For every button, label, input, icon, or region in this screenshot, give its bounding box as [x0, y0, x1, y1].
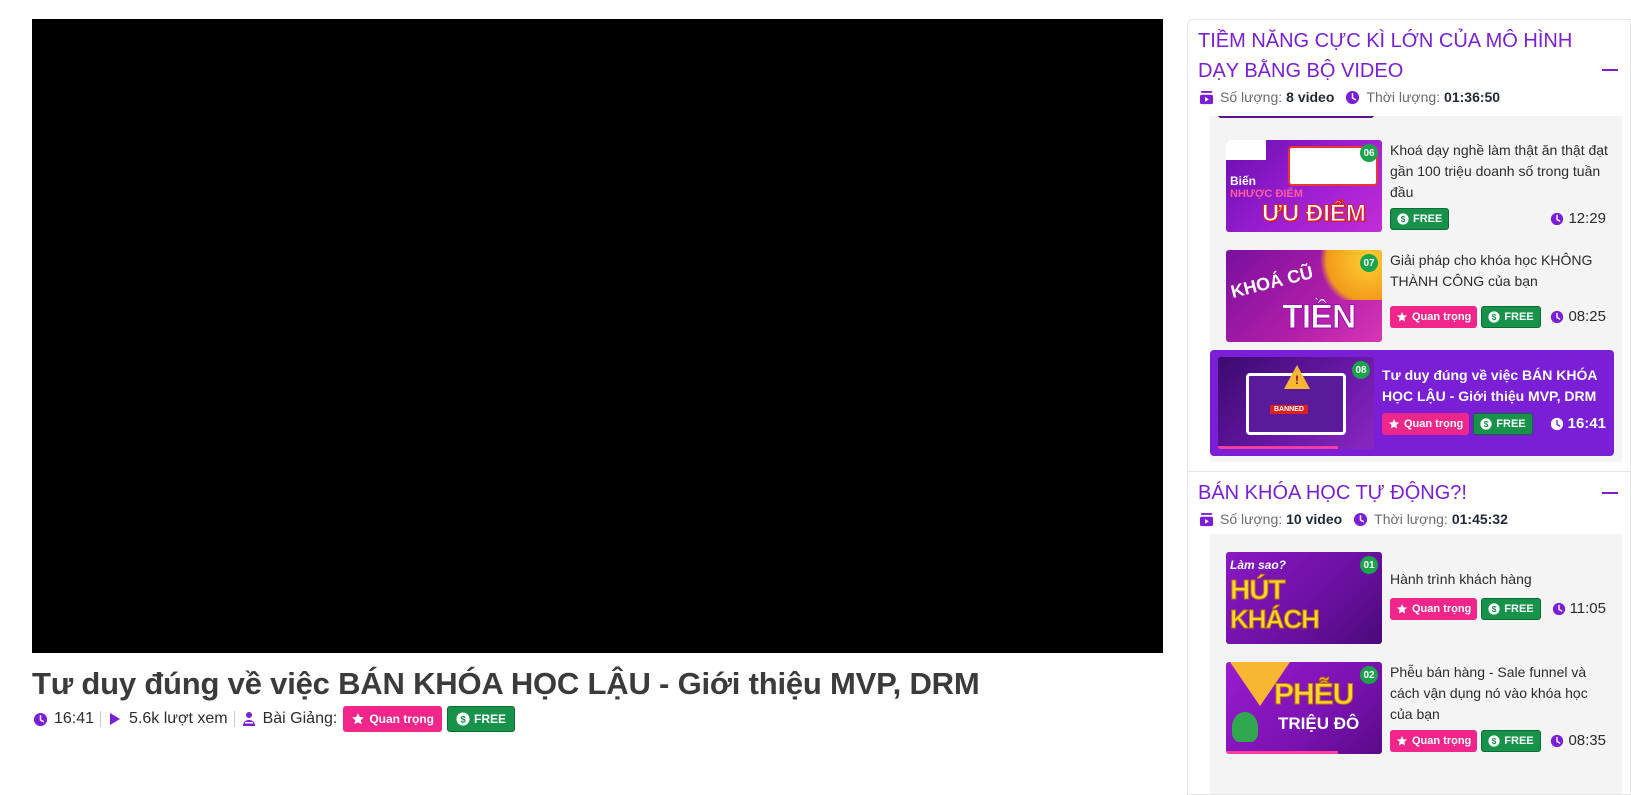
divider: [233, 711, 235, 727]
dollar-icon: $: [456, 712, 470, 726]
section-title: TIỀM NĂNG CỰC KÌ LỚN CỦA MÔ HÌNH DẠY BẰN…: [1198, 30, 1573, 82]
lesson-thumbnail: ! BANNED 08: [1218, 357, 1374, 449]
star-icon: [1388, 418, 1400, 430]
playlist-icon: [1198, 511, 1214, 527]
lesson-item[interactable]: KHOÁ CŨ TIỀN 07 Giải pháp cho khóa học K…: [1218, 250, 1614, 342]
svg-text:$: $: [460, 715, 466, 726]
lesson-duration: 08:25: [1550, 308, 1606, 325]
clock-icon: [1552, 602, 1566, 616]
lesson-title: Phễu bán hàng - Sale funnel và cách vận …: [1390, 664, 1588, 722]
lesson-badges: Quan trọng $ FREE: [1390, 598, 1541, 620]
lesson-list: Biến NHƯỢC ĐIỂM ƯU ĐIỂM 06 Khoá dạy nghề…: [1210, 116, 1622, 462]
video-meta: 16:41 5.6k lượt xem Bài Giảng: Quan trọn…: [32, 706, 520, 732]
divider: [100, 711, 102, 727]
lesson-badges: $ FREE: [1390, 208, 1450, 230]
section-header[interactable]: BÁN KHÓA HỌC TỰ ĐỘNG?! Số lượng: 10 video…: [1188, 478, 1630, 530]
lesson-number-badge: 01: [1360, 556, 1378, 574]
lesson-list: Làm sao? HÚT KHÁCH 01 Hành trình khách h…: [1210, 534, 1622, 794]
free-badge: $ FREE: [1481, 730, 1541, 752]
svg-text:$: $: [1401, 215, 1406, 224]
playlist-icon: [1198, 89, 1214, 105]
lesson-number-badge: 06: [1360, 144, 1378, 162]
dollar-icon: $: [1488, 311, 1500, 323]
clock-icon: [1550, 417, 1564, 431]
dollar-icon: $: [1397, 213, 1409, 225]
lesson-badges: Quan trọng $ FREE: [1382, 413, 1533, 435]
lesson-thumbnail: Làm sao? HÚT KHÁCH 01: [1226, 552, 1382, 644]
video-duration: 16:41: [32, 710, 94, 728]
lesson-thumbnail: KHOÁ CŨ TIỀN 07: [1226, 250, 1382, 342]
lesson-item[interactable]: PHỄU TRIỆU ĐÔ 02 Phễu bán hàng - Sale fu…: [1218, 662, 1614, 754]
star-icon: [1396, 603, 1408, 615]
section-title: BÁN KHÓA HỌC TỰ ĐỘNG?!: [1198, 482, 1467, 504]
dollar-icon: $: [1488, 735, 1500, 747]
lesson-number-badge: 08: [1352, 361, 1370, 379]
clock-icon: [1550, 734, 1564, 748]
free-badge: $ FREE: [447, 706, 516, 732]
video-player[interactable]: [32, 19, 1163, 653]
video-views: 5.6k lượt xem: [107, 710, 228, 728]
svg-text:$: $: [1492, 737, 1497, 746]
lesson-duration: 11:05: [1552, 600, 1606, 617]
clock-icon: [1550, 212, 1564, 226]
lesson-duration: 12:29: [1550, 210, 1606, 227]
clock-icon: [1344, 89, 1360, 105]
lesson-item[interactable]: Biến NHƯỢC ĐIỂM ƯU ĐIỂM 06 Khoá dạy nghề…: [1218, 140, 1614, 232]
important-badge: Quan trọng: [1382, 413, 1470, 435]
important-badge: Quan trọng: [1390, 598, 1478, 620]
lesson-title: Hành trình khách hàng: [1390, 571, 1532, 587]
star-icon: [1396, 735, 1408, 747]
video-lesson: Bài Giảng:: [241, 710, 344, 728]
collapse-icon[interactable]: [1602, 69, 1618, 71]
clock-icon: [1352, 511, 1368, 527]
lesson-duration: 16:41: [1550, 415, 1606, 432]
lesson-title: Khoá dạy nghề làm thật ăn thật đạt gần 1…: [1390, 142, 1608, 200]
svg-text:$: $: [1484, 420, 1489, 429]
lesson-thumbnail: [1218, 116, 1374, 118]
free-badge: $ FREE: [1390, 208, 1450, 230]
lesson-title: Tư duy đúng về việc BÁN KHÓA HỌC LẬU - G…: [1382, 367, 1597, 404]
lesson-item-active[interactable]: ! BANNED 08 Tư duy đúng về việc BÁN KHÓA…: [1210, 350, 1614, 456]
course-sidebar: TIỀM NĂNG CỰC KÌ LỚN CỦA MÔ HÌNH DẠY BẰN…: [1187, 19, 1631, 795]
collapse-icon[interactable]: [1602, 492, 1618, 494]
svg-text:$: $: [1492, 313, 1497, 322]
clock-icon: [1550, 310, 1564, 324]
dollar-icon: $: [1480, 418, 1492, 430]
important-badge: Quan trọng: [1390, 306, 1478, 328]
important-badge: Quan trọng: [1390, 730, 1478, 752]
star-icon: [1396, 311, 1408, 323]
lesson-thumbnail: Biến NHƯỢC ĐIỂM ƯU ĐIỂM 06: [1226, 140, 1382, 232]
lesson-badges: Quan trọng $ FREE: [1390, 306, 1541, 328]
free-badge: $ FREE: [1481, 306, 1541, 328]
divider: [1188, 471, 1630, 472]
lesson-duration: 08:35: [1550, 732, 1606, 749]
video-title: Tư duy đúng về việc BÁN KHÓA HỌC LẬU - G…: [32, 666, 980, 701]
lesson-number-badge: 02: [1360, 666, 1378, 684]
section-meta: Số lượng: 8 video Thời lượng: 01:36:50: [1198, 86, 1620, 108]
lesson-badges: Quan trọng $ FREE: [1390, 730, 1541, 752]
play-icon: [107, 711, 123, 727]
dollar-icon: $: [1488, 603, 1500, 615]
free-badge: $ FREE: [1481, 598, 1541, 620]
section-meta: Số lượng: 10 video Thời lượng: 01:45:32: [1198, 508, 1620, 530]
star-icon: [351, 712, 365, 726]
lesson-title: Giải pháp cho khóa học KHÔNG THÀNH CÔNG …: [1390, 252, 1593, 289]
section-header[interactable]: TIỀM NĂNG CỰC KÌ LỚN CỦA MÔ HÌNH DẠY BẰN…: [1188, 26, 1630, 108]
lesson-item[interactable]: Làm sao? HÚT KHÁCH 01 Hành trình khách h…: [1218, 552, 1614, 644]
teacher-icon: [241, 711, 257, 727]
clock-icon: [32, 711, 48, 727]
lesson-number-badge: 07: [1360, 254, 1378, 272]
free-badge: $ FREE: [1473, 413, 1533, 435]
svg-text:$: $: [1492, 605, 1497, 614]
important-badge: Quan trọng: [343, 706, 442, 732]
lesson-thumbnail: PHỄU TRIỆU ĐÔ 02: [1226, 662, 1382, 754]
